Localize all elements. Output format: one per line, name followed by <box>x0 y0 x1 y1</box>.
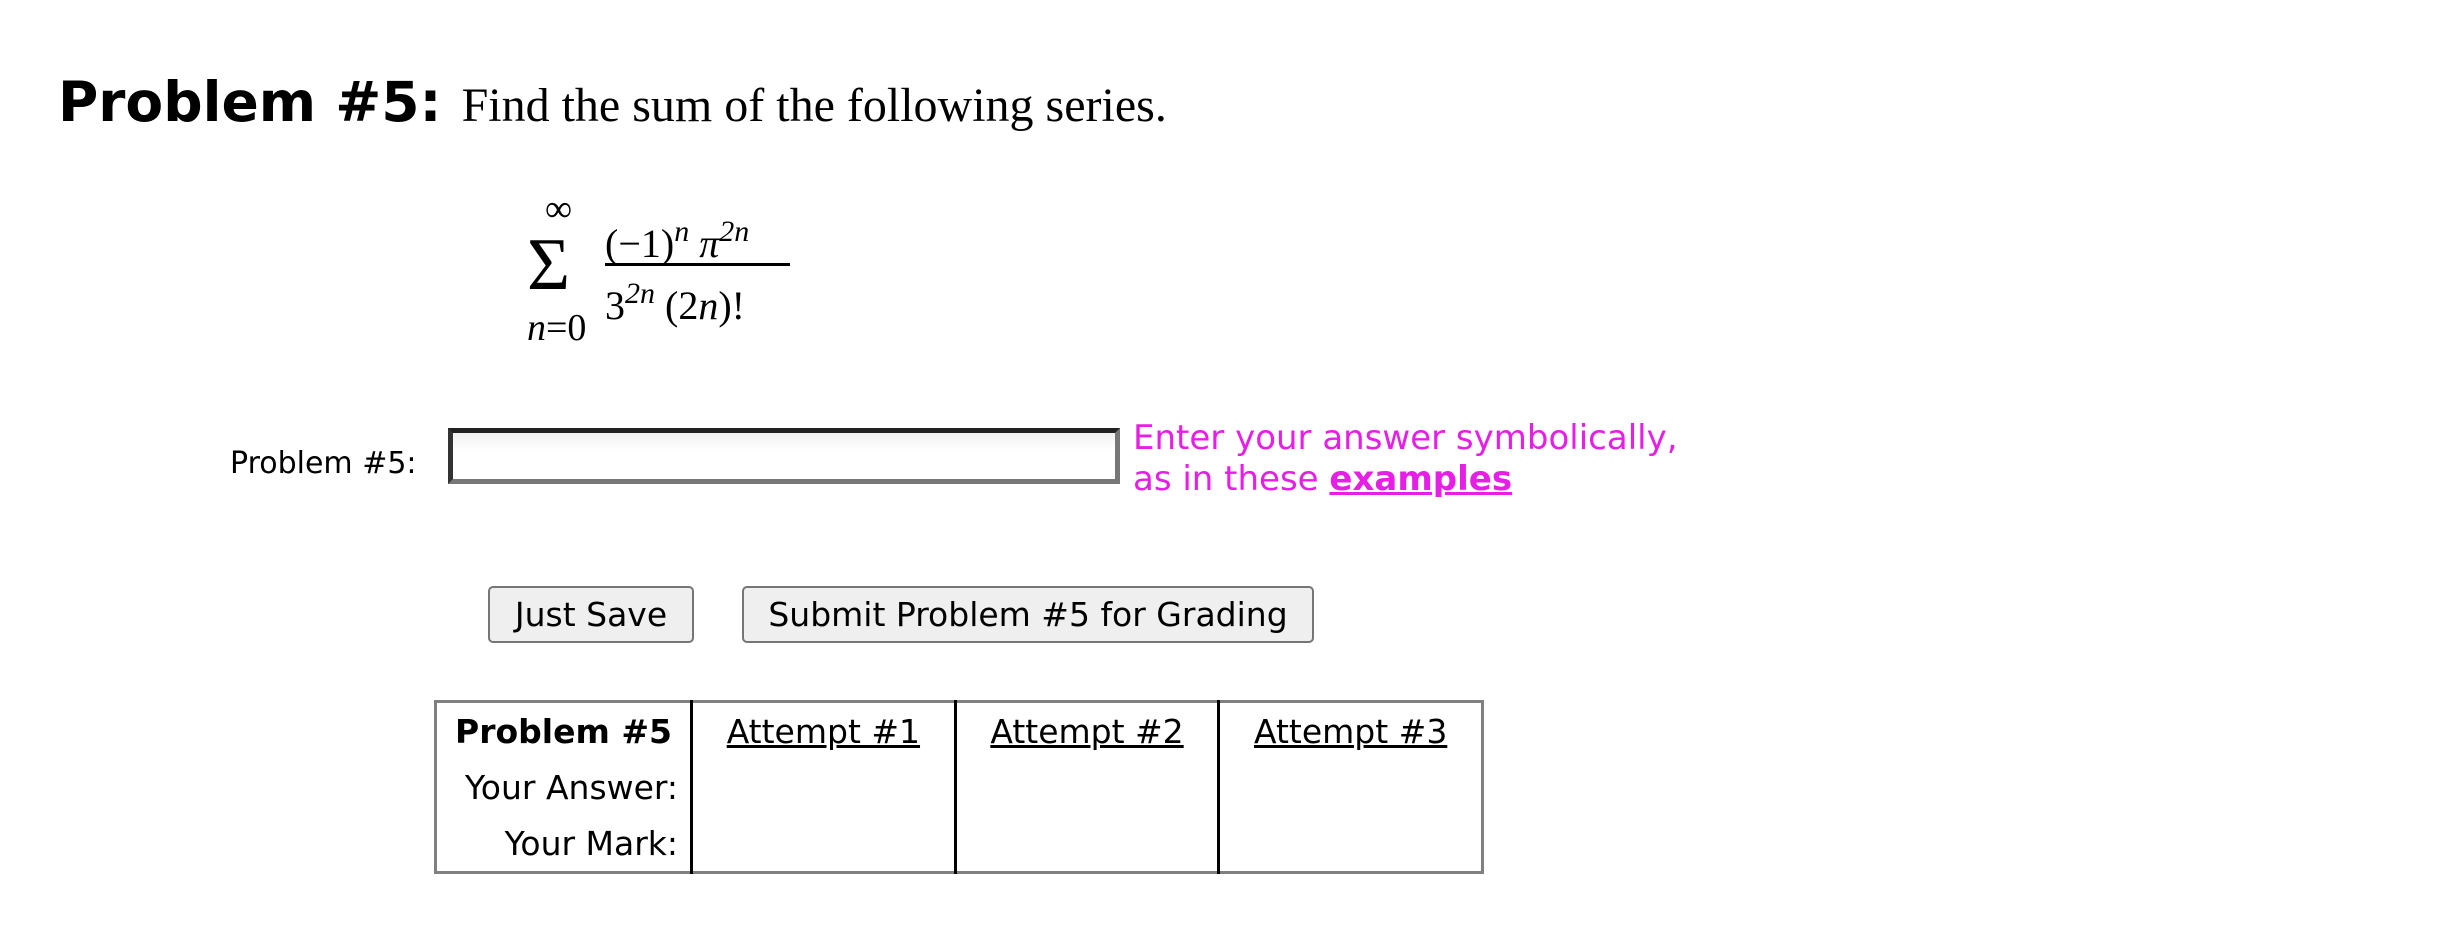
num-pi-exp: 2n <box>719 215 750 248</box>
examples-link[interactable]: examples <box>1329 459 1512 499</box>
fraction-denominator: 32n (2n)! <box>605 270 745 330</box>
attempt-1-mark <box>690 815 956 873</box>
attempt-1-answer <box>690 759 956 815</box>
answer-label: Problem #5: <box>230 446 417 481</box>
problem-heading-label: Problem #5: <box>58 70 442 134</box>
your-answer-row: Your Answer: <box>436 759 1483 815</box>
your-answer-label: Your Answer: <box>465 767 679 807</box>
attempt-2-header: Attempt #2 <box>953 701 1219 759</box>
attempt-1-header: Attempt #1 <box>690 701 956 759</box>
sum-upper-limit: ∞ <box>545 188 573 230</box>
hint-line-2: as in these examples <box>1133 459 1678 500</box>
num-exp: n <box>674 215 690 248</box>
attempts-table-header: Problem #5 <box>455 711 672 751</box>
your-mark-label: Your Mark: <box>504 823 679 863</box>
den-exp: 2n <box>625 277 655 310</box>
attempt-3-link[interactable]: Attempt #3 <box>1254 712 1447 751</box>
fraction-bar <box>605 263 790 266</box>
num-pi: π <box>699 221 720 266</box>
attempts-table: Problem #5 Attempt #1 Attempt #2 Attempt… <box>434 700 1484 874</box>
num-base: (−1) <box>605 221 675 266</box>
problem-statement: Find the sum of the following series. <box>461 79 1167 132</box>
attempt-3-header: Attempt #3 <box>1217 701 1483 759</box>
attempt-3-mark <box>1217 815 1483 873</box>
sigma-symbol: Σ <box>527 224 571 306</box>
attempt-2-answer <box>953 759 1219 815</box>
attempt-2-link[interactable]: Attempt #2 <box>990 712 1183 751</box>
series-formula: ∞ Σ n=0 (−1)n π2n 32n (2n)! <box>515 190 805 370</box>
lower-limit-var: n <box>527 307 546 349</box>
submit-grading-button[interactable]: Submit Problem #5 for Grading <box>742 586 1314 643</box>
just-save-button[interactable]: Just Save <box>488 586 694 643</box>
lower-limit-eq: =0 <box>546 307 587 349</box>
attempt-3-answer <box>1217 759 1483 815</box>
attempt-1-link[interactable]: Attempt #1 <box>727 712 920 751</box>
attempt-2-mark <box>953 815 1219 873</box>
sum-lower-limit: n=0 <box>527 308 586 348</box>
answer-hint: Enter your answer symbolically, as in th… <box>1133 418 1678 500</box>
den-fact-var: n <box>698 283 719 328</box>
answer-input[interactable] <box>448 428 1120 484</box>
hint-line-1: Enter your answer symbolically, <box>1133 418 1678 458</box>
attempts-header-row: Problem #5 Attempt #1 Attempt #2 Attempt… <box>436 701 1483 759</box>
problem-heading: Problem #5: Find the sum of the following… <box>58 70 1167 134</box>
fraction-numerator: (−1)n π2n <box>605 208 749 268</box>
hint-line-2-text: as in these <box>1133 459 1330 499</box>
your-mark-row: Your Mark: <box>436 815 1483 873</box>
den-fact-close: )! <box>718 283 745 328</box>
den-fact-open: (2 <box>665 283 699 328</box>
den-base: 3 <box>605 283 625 328</box>
